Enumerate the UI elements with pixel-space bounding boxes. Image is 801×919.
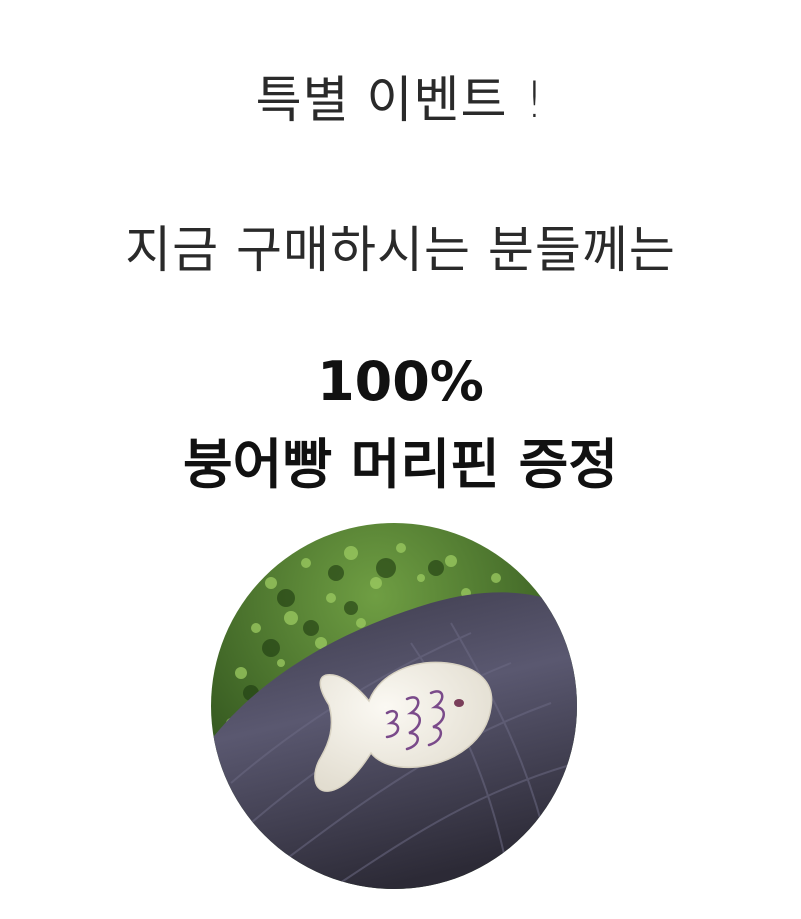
event-gift: 붕어빵 머리핀 증정: [182, 433, 619, 496]
event-percent: 100%: [317, 350, 484, 413]
event-headline: 특별 이벤트 !: [255, 71, 546, 129]
fish-eye: [454, 699, 464, 707]
hair-pin-illustration: [211, 523, 577, 889]
product-photo: [211, 523, 577, 889]
event-subline: 지금 구매하시는 분들께는: [125, 221, 676, 279]
